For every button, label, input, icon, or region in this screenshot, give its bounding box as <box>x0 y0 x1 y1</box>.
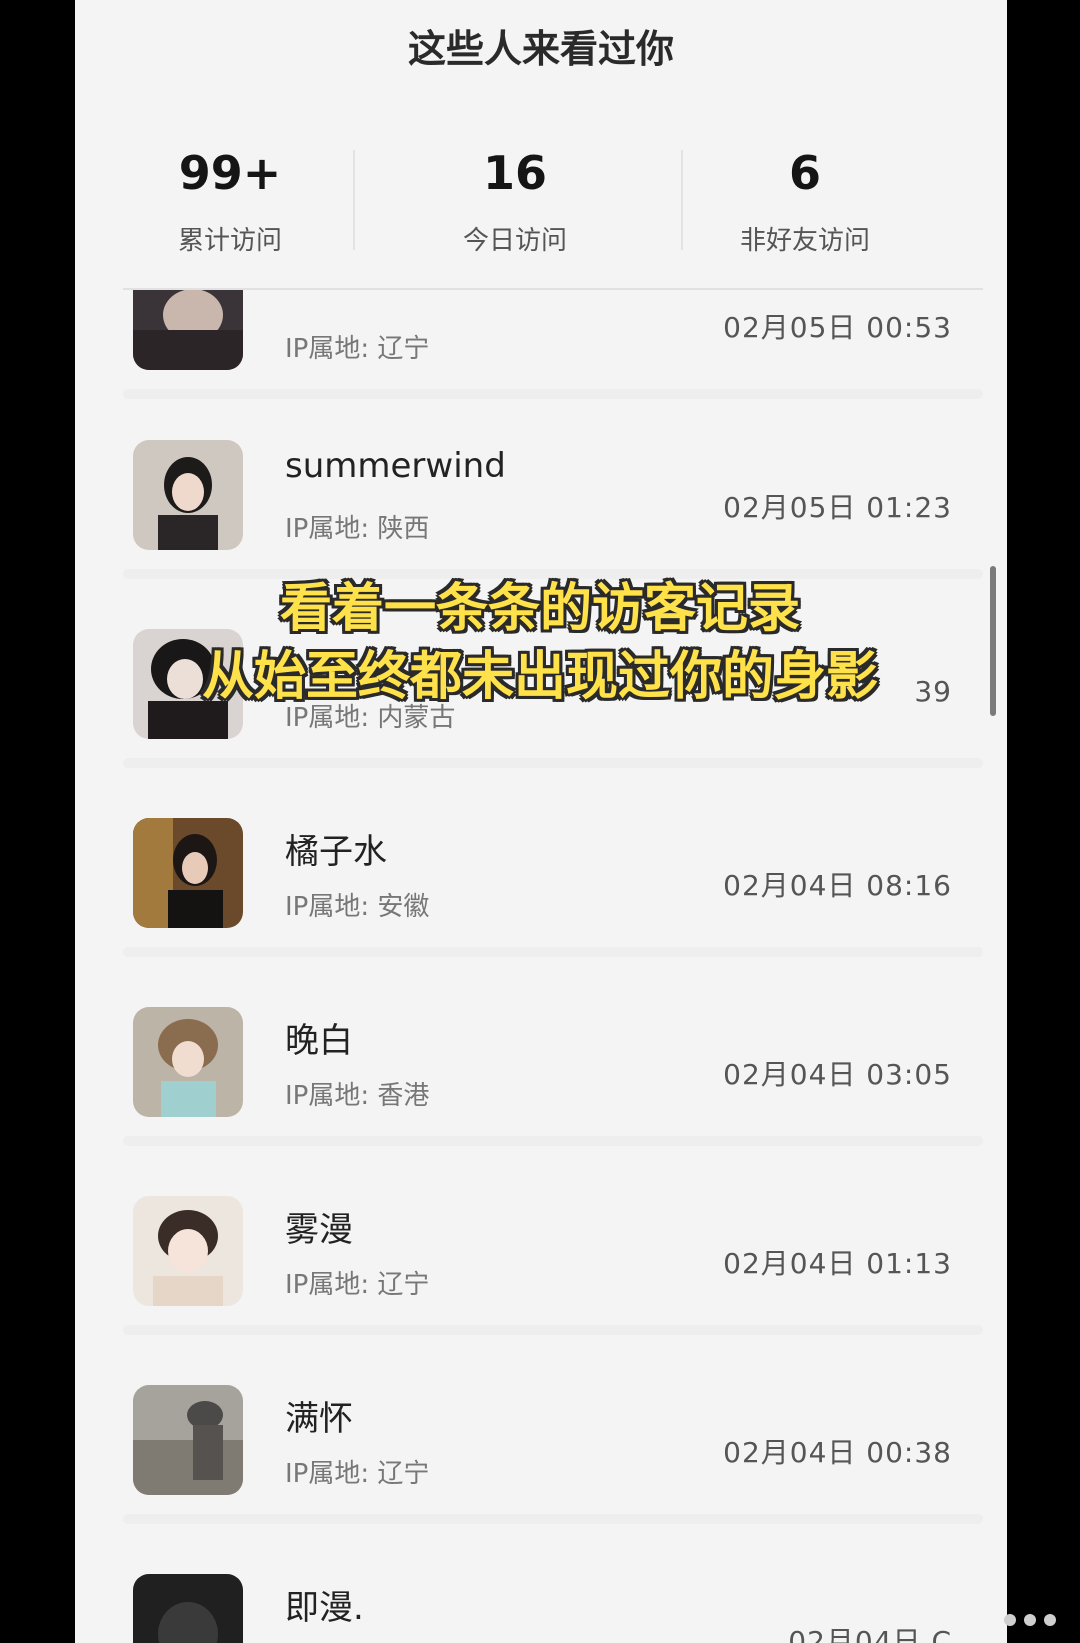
visit-time: 02月04日 00:38 <box>723 1436 952 1469</box>
visitor-ip: IP属地: 陕西 <box>285 514 430 544</box>
visitor-name: 雾漫 <box>285 1210 353 1250</box>
avatar[interactable] <box>133 290 243 370</box>
visitor-ip: IP属地: 辽宁 <box>285 1459 430 1489</box>
visit-time: 02月04日 08:16 <box>723 869 952 902</box>
visitor-ip: IP属地: 香港 <box>285 1081 430 1111</box>
stat-value: 16 <box>482 146 547 200</box>
caption-line: 看着一条条的访客记录 <box>279 579 800 639</box>
avatar[interactable] <box>133 440 243 550</box>
visitor-name: 即漫. <box>285 1588 364 1628</box>
avatar[interactable] <box>133 1196 243 1306</box>
visit-time: 02月04日 C <box>788 1625 952 1643</box>
visitor-list[interactable]: IP属地: 辽宁 02月05日 00:53 summerwind IP属地: 陕… <box>75 290 1007 1643</box>
caption-overlay: 看着一条条的访客记录 从始至终都未出现过你的身影 <box>0 575 1080 711</box>
visitor-name: 晚白 <box>285 1021 353 1061</box>
visit-time: 02月05日 01:23 <box>723 491 952 524</box>
stat-label: 累计访问 <box>177 226 282 256</box>
stat-value: 6 <box>788 146 821 200</box>
more-dots-icon[interactable] <box>1000 1608 1060 1632</box>
avatar[interactable] <box>133 1385 243 1495</box>
avatar[interactable] <box>133 818 243 928</box>
list-item[interactable]: 即漫. 02月04日 C <box>75 1524 1007 1643</box>
divider <box>681 150 683 250</box>
visitor-ip: IP属地: 辽宁 <box>285 1270 430 1300</box>
stats-bar: 99+ 累计访问 16 今日访问 6 非好友访问 <box>75 130 1007 280</box>
list-item[interactable]: 满怀 IP属地: 辽宁 02月04日 00:38 <box>75 1335 1007 1524</box>
visitor-ip: IP属地: 安徽 <box>285 892 430 922</box>
list-item[interactable]: 橘子水 IP属地: 安徽 02月04日 08:16 <box>75 768 1007 957</box>
visit-time: 02月04日 03:05 <box>723 1058 952 1091</box>
list-item[interactable]: 晚白 IP属地: 香港 02月04日 03:05 <box>75 957 1007 1146</box>
stat-today-visits[interactable]: 16 今日访问 <box>415 130 615 260</box>
visit-time: 02月04日 01:13 <box>723 1247 952 1280</box>
divider <box>353 150 355 250</box>
list-item[interactable]: IP属地: 辽宁 02月05日 00:53 <box>75 290 1007 399</box>
list-item[interactable]: 雾漫 IP属地: 辽宁 02月04日 01:13 <box>75 1146 1007 1335</box>
divider <box>123 758 983 768</box>
visitor-ip: IP属地: 辽宁 <box>285 334 430 364</box>
divider <box>123 1514 983 1524</box>
divider <box>123 1325 983 1335</box>
stat-value: 99+ <box>178 146 282 200</box>
stat-label: 非好友访问 <box>739 226 870 256</box>
visitor-name: 满怀 <box>285 1399 353 1439</box>
visitor-name: summerwind <box>285 446 506 486</box>
visitor-name: 橘子水 <box>285 832 387 872</box>
list-item[interactable]: summerwind IP属地: 陕西 02月05日 01:23 <box>75 390 1007 579</box>
avatar[interactable] <box>133 1574 243 1643</box>
page-title: 这些人来看过你 <box>407 27 674 71</box>
visit-time: 02月05日 00:53 <box>723 311 952 344</box>
stat-non-friend-visits[interactable]: 6 非好友访问 <box>705 130 905 260</box>
caption-line: 从始至终都未出现过你的身影 <box>201 647 878 707</box>
avatar[interactable] <box>133 1007 243 1117</box>
divider <box>123 947 983 957</box>
stat-total-visits[interactable]: 99+ 累计访问 <box>125 130 335 260</box>
stat-label: 今日访问 <box>462 226 567 256</box>
divider <box>123 1136 983 1146</box>
phone-screen: 这些人来看过你 99+ 累计访问 16 今日访问 6 非好友访问 IP属地: 辽… <box>75 0 1007 1643</box>
